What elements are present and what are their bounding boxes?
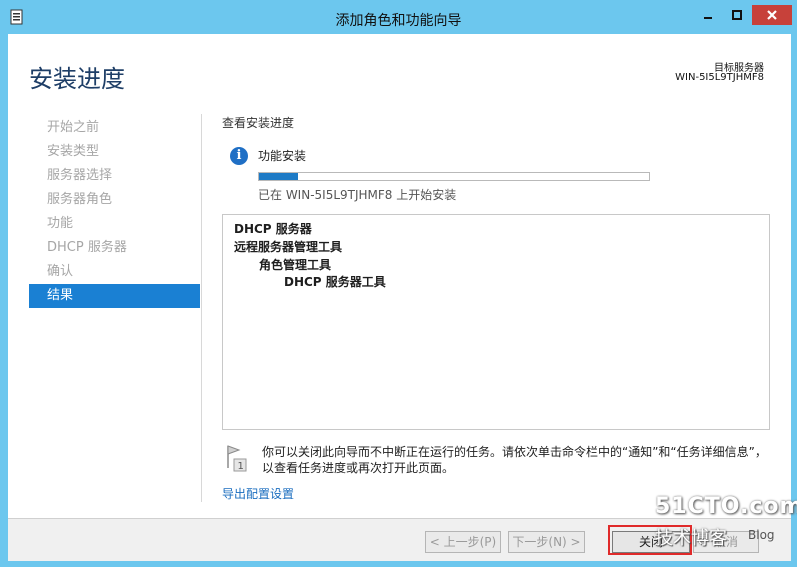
page-title: 安装进度 bbox=[29, 65, 125, 93]
feature-install-label: 功能安装 bbox=[258, 149, 307, 163]
wizard-window: 添加角色和功能向导 安装进度 目标服务器 WIN-5I5L9TJHMF8 开始之… bbox=[0, 0, 797, 567]
nav-item-results[interactable]: 结果 bbox=[29, 284, 200, 308]
nav-item-installation-type[interactable]: 安装类型 bbox=[29, 140, 200, 164]
wizard-nav: 开始之前 安装类型 服务器选择 服务器角色 功能 DHCP 服务器 确认 结果 bbox=[29, 116, 200, 308]
watermark-subtitle: 技术博客 bbox=[655, 528, 727, 549]
progress-fill bbox=[259, 173, 298, 180]
close-window-button[interactable] bbox=[752, 5, 792, 25]
notification-flag-icon: 1 bbox=[227, 445, 247, 472]
watermark-brand: 51CTO.com bbox=[655, 494, 797, 519]
result-item-dhcp-tools: DHCP 服务器工具 bbox=[284, 275, 386, 289]
nav-item-before-you-begin[interactable]: 开始之前 bbox=[29, 116, 200, 140]
minimize-icon bbox=[703, 17, 712, 19]
minimize-button[interactable] bbox=[694, 5, 721, 25]
export-settings-link[interactable]: 导出配置设置 bbox=[222, 485, 294, 502]
target-server-name: WIN-5I5L9TJHMF8 bbox=[675, 72, 764, 83]
svg-text:1: 1 bbox=[238, 461, 244, 472]
maximize-button[interactable] bbox=[723, 5, 750, 25]
install-progress-bar bbox=[258, 172, 650, 181]
window-title: 添加角色和功能向导 bbox=[335, 13, 462, 29]
nav-item-server-selection[interactable]: 服务器选择 bbox=[29, 164, 200, 188]
wizard-body: 安装进度 目标服务器 WIN-5I5L9TJHMF8 开始之前 安装类型 服务器… bbox=[8, 34, 791, 561]
watermark-blog: Blog bbox=[748, 528, 775, 542]
result-item-dhcp-server: DHCP 服务器 bbox=[234, 222, 312, 236]
result-item-role-admin-tools: 角色管理工具 bbox=[259, 258, 332, 272]
previous-button[interactable]: < 上一步(P) bbox=[425, 531, 501, 553]
info-icon: i bbox=[230, 147, 248, 165]
results-list[interactable]: DHCP 服务器 远程服务器管理工具 角色管理工具 DHCP 服务器工具 bbox=[222, 214, 770, 430]
title-bar[interactable]: 添加角色和功能向导 bbox=[0, 0, 797, 34]
maximize-icon bbox=[731, 10, 742, 20]
progress-status-text: 已在 WIN-5I5L9TJHMF8 上开始安装 bbox=[258, 188, 457, 202]
next-button[interactable]: 下一步(N) > bbox=[508, 531, 585, 553]
nav-item-dhcp-server[interactable]: DHCP 服务器 bbox=[29, 236, 200, 260]
nav-item-server-roles[interactable]: 服务器角色 bbox=[29, 188, 200, 212]
nav-item-confirmation[interactable]: 确认 bbox=[29, 260, 200, 284]
nav-divider bbox=[201, 114, 202, 502]
result-item-rsat: 远程服务器管理工具 bbox=[234, 240, 343, 254]
close-icon bbox=[767, 10, 777, 20]
section-heading: 查看安装进度 bbox=[222, 116, 295, 130]
note-text: 你可以关闭此向导而不中断正在运行的任务。请依次单击命令栏中的“通知”和“任务详细… bbox=[262, 445, 767, 475]
nav-item-features[interactable]: 功能 bbox=[29, 212, 200, 236]
